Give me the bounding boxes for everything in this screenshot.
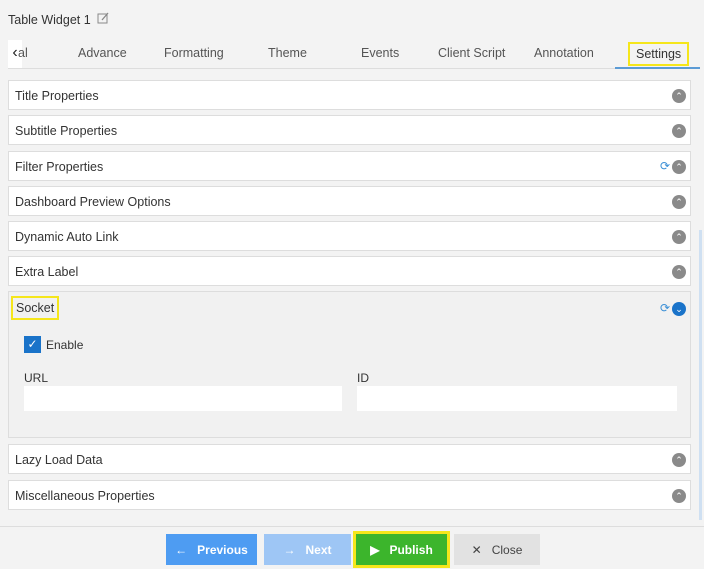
close-button[interactable]: ✕ Close [454, 534, 540, 565]
panel-label[interactable]: Socket [11, 296, 60, 320]
next-label: Next [305, 542, 332, 557]
panel-dashboard-preview-options[interactable]: Dashboard Preview Options ⌃ [8, 186, 691, 216]
pencil-icon[interactable] [97, 12, 109, 27]
chevron-up-icon[interactable]: ⌃ [672, 124, 686, 138]
panel-label: Title Properties [15, 89, 99, 103]
chevron-up-icon[interactable]: ⌃ [672, 195, 686, 209]
active-tab-indicator [615, 67, 700, 69]
refresh-icon[interactable]: ⟳ [660, 301, 670, 315]
close-icon: ✕ [471, 542, 482, 557]
panel-label: Lazy Load Data [15, 453, 103, 467]
widget-title-text: Table Widget 1 [8, 12, 91, 27]
chevron-up-icon[interactable]: ⌃ [672, 230, 686, 244]
enable-checkbox[interactable]: ✓ [24, 336, 41, 353]
tab-bar: ‹ al Advance Formatting Theme Events Cli… [8, 40, 700, 69]
panel-socket: Socket ⟳ ⌄ ✓ Enable URL ID [8, 291, 691, 438]
tab-theme[interactable]: Theme [268, 46, 307, 60]
publish-button[interactable]: ▶ Publish [353, 531, 450, 568]
widget-title: Table Widget 1 [8, 12, 109, 27]
chevron-up-icon[interactable]: ⌃ [672, 489, 686, 503]
chevron-up-icon[interactable]: ⌃ [672, 89, 686, 103]
chevron-down-icon[interactable]: ⌄ [672, 302, 686, 316]
panel-lazy-load-data[interactable]: Lazy Load Data ⌃ [8, 444, 691, 474]
previous-button[interactable]: ← Previous [166, 534, 257, 565]
chevron-up-icon[interactable]: ⌃ [672, 160, 686, 174]
play-icon: ▶ [370, 542, 380, 557]
footer-divider [0, 526, 704, 527]
chevron-up-icon[interactable]: ⌃ [672, 265, 686, 279]
refresh-icon[interactable]: ⟳ [660, 159, 670, 173]
tab-events[interactable]: Events [361, 46, 399, 60]
panel-label: Miscellaneous Properties [15, 489, 155, 503]
panel-dynamic-auto-link[interactable]: Dynamic Auto Link ⌃ [8, 221, 691, 251]
tab-client-script[interactable]: Client Script [438, 46, 505, 60]
panel-title-properties[interactable]: Title Properties ⌃ [8, 80, 691, 110]
panel-label: Dashboard Preview Options [15, 195, 171, 209]
panel-label: Subtitle Properties [15, 124, 118, 138]
id-label: ID [357, 371, 369, 385]
panel-filter-properties[interactable]: Filter Properties ⟳ ⌃ [8, 151, 691, 181]
scrollbar[interactable] [699, 230, 702, 520]
panel-miscellaneous-properties[interactable]: Miscellaneous Properties ⌃ [8, 480, 691, 510]
panel-label: Extra Label [15, 265, 79, 279]
tab-formatting[interactable]: Formatting [164, 46, 224, 60]
close-label: Close [491, 542, 523, 557]
panel-label: Filter Properties [15, 160, 104, 174]
panel-extra-label[interactable]: Extra Label ⌃ [8, 256, 691, 286]
arrow-right-icon: → [283, 542, 296, 557]
tab-advance[interactable]: Advance [78, 46, 127, 60]
previous-label: Previous [197, 542, 248, 557]
url-input[interactable] [24, 386, 342, 411]
url-label: URL [24, 371, 49, 385]
enable-label: Enable [46, 338, 84, 352]
id-input[interactable] [357, 386, 677, 411]
next-button[interactable]: → Next [264, 534, 351, 565]
arrow-left-icon: ← [175, 542, 188, 557]
tab-settings[interactable]: Settings [628, 42, 690, 66]
tab-general[interactable]: al [18, 46, 28, 60]
publish-label: Publish [389, 542, 433, 557]
chevron-up-icon[interactable]: ⌃ [672, 453, 686, 467]
panel-label: Dynamic Auto Link [15, 230, 119, 244]
panel-subtitle-properties[interactable]: Subtitle Properties ⌃ [8, 115, 691, 145]
tab-annotation[interactable]: Annotation [534, 46, 594, 60]
